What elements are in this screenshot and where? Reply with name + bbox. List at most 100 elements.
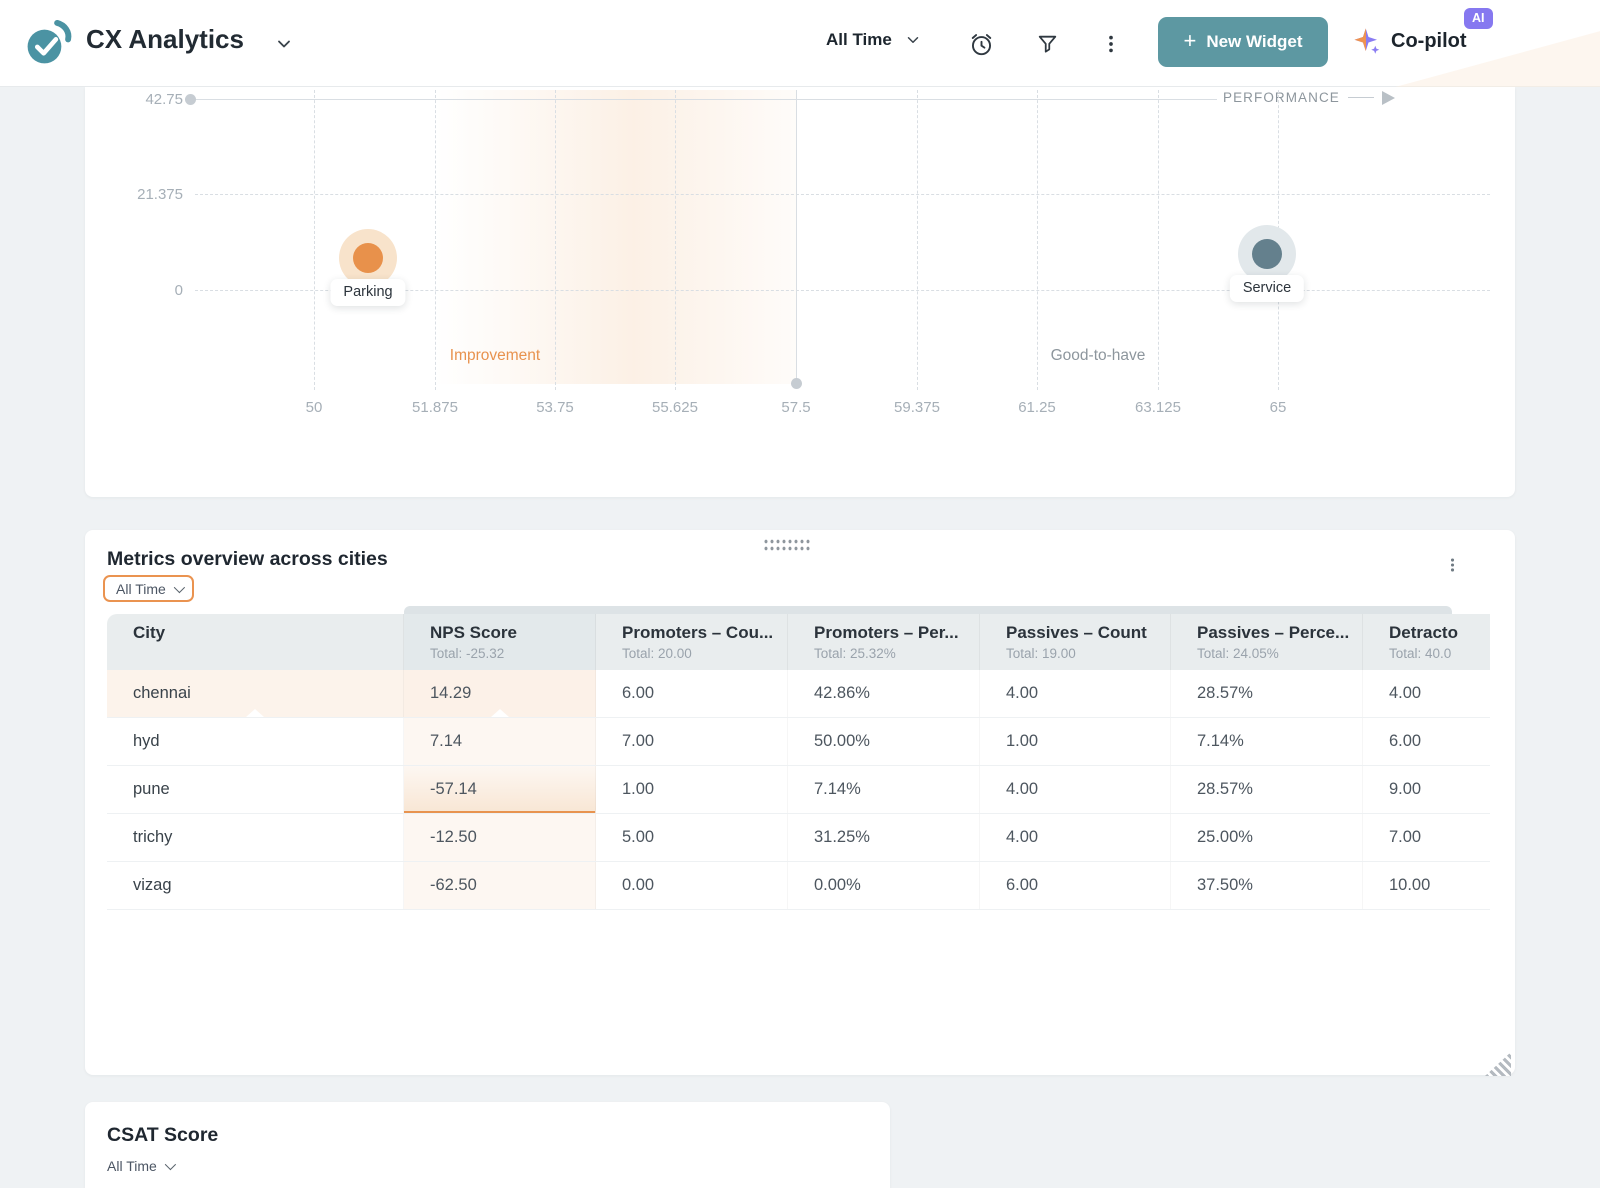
- csat-time-range-dropdown[interactable]: All Time: [107, 1158, 173, 1174]
- column-header-total: Total: -25.32: [430, 646, 595, 661]
- x-axis-tick-label: 63.125: [1113, 399, 1203, 416]
- column-header-3[interactable]: Promoters – Per...Total: 25.32%: [788, 614, 980, 670]
- metrics-table: CityNPS ScoreTotal: -25.32Promoters – Co…: [107, 614, 1490, 910]
- performance-axis-line: [1348, 97, 1374, 98]
- center-axis-dot: [791, 378, 802, 389]
- copilot-label: Co-pilot: [1391, 30, 1467, 53]
- cell-city: pune: [107, 766, 404, 813]
- cell-value: 4.00: [1363, 670, 1490, 717]
- copilot-button[interactable]: Co-pilot: [1352, 26, 1467, 56]
- csat-widget: CSAT Score All Time: [85, 1102, 890, 1188]
- y-axis-tick-label: 42.75: [103, 91, 183, 108]
- app-title-chevron-icon[interactable]: [274, 34, 294, 59]
- metrics-widget-title: Metrics overview across cities: [107, 548, 388, 571]
- y-axis-tick-label: 21.375: [103, 186, 183, 203]
- chevron-down-icon: [904, 31, 922, 49]
- column-header-label: Promoters – Cou...: [622, 623, 787, 643]
- y-axis-tick-label: 0: [103, 282, 183, 299]
- widget-drag-handle[interactable]: [763, 538, 811, 551]
- gridline-vertical: [435, 90, 436, 390]
- gridline-vertical: [1037, 90, 1038, 390]
- x-axis-tick-label: 65: [1233, 399, 1323, 416]
- global-time-range-label: All Time: [826, 30, 892, 50]
- column-header-1[interactable]: NPS ScoreTotal: -25.32: [404, 614, 596, 670]
- priority-chart-widget: PERFORMANCE Improvement Good-to-have 42.…: [85, 87, 1515, 497]
- cell-value: 4.00: [980, 766, 1171, 813]
- table-row[interactable]: trichy-12.505.0031.25%4.0025.00%7.00: [107, 814, 1490, 862]
- kebab-menu-icon: [1444, 554, 1461, 576]
- point-label-chip: Service: [1230, 275, 1304, 302]
- header-more-menu-button[interactable]: [1096, 29, 1126, 59]
- cell-value: 14.29: [404, 670, 596, 717]
- column-header-total: Total: 25.32%: [814, 646, 979, 661]
- column-header-4[interactable]: Passives – Count Total: 19.00: [980, 614, 1171, 670]
- table-row[interactable]: vizag-62.500.000.00%6.0037.50%10.00: [107, 862, 1490, 910]
- column-header-label: Passives – Count: [1006, 623, 1170, 643]
- global-time-range-dropdown[interactable]: All Time: [826, 30, 922, 50]
- column-header-total: Total: 19.00: [1006, 646, 1170, 661]
- table-row[interactable]: pune-57.141.007.14%4.0028.57%9.00: [107, 766, 1490, 814]
- gridline-vertical: [1158, 90, 1159, 390]
- metrics-table-viewport: CityNPS ScoreTotal: -25.32Promoters – Co…: [107, 614, 1490, 910]
- cell-value: 7.00: [1363, 814, 1490, 861]
- alerts-button[interactable]: [966, 29, 996, 59]
- csat-time-range-label: All Time: [107, 1158, 157, 1174]
- gridline-vertical: [555, 90, 556, 390]
- data-point-parking[interactable]: [353, 243, 383, 273]
- ai-badge: AI: [1464, 8, 1493, 29]
- cell-city: chennai: [107, 670, 404, 717]
- cell-value: 5.00: [596, 814, 788, 861]
- cell-value: -62.50: [404, 862, 596, 909]
- kebab-menu-icon: [1100, 32, 1122, 56]
- gridline-top: [195, 99, 1217, 100]
- metrics-overview-widget: Metrics overview across cities All Time …: [85, 530, 1515, 1075]
- column-header-2[interactable]: Promoters – Cou... Total: 20.00: [596, 614, 788, 670]
- gridline-vertical: [917, 90, 918, 390]
- cell-value: 50.00%: [788, 718, 980, 765]
- column-header-city[interactable]: City: [107, 614, 404, 670]
- app-title[interactable]: CX Analytics: [86, 24, 244, 55]
- performance-axis: PERFORMANCE: [1223, 90, 1395, 105]
- cell-value: -57.14: [404, 766, 596, 813]
- column-header-total: Total: 24.05%: [1197, 646, 1362, 661]
- filter-button[interactable]: [1032, 29, 1062, 59]
- widget-more-menu-button[interactable]: [1441, 552, 1463, 578]
- cell-value: 0.00: [596, 862, 788, 909]
- chevron-down-icon: [165, 1159, 176, 1170]
- cell-value: 7.14: [404, 718, 596, 765]
- cell-value: 1.00: [596, 766, 788, 813]
- cell-value: 28.57%: [1171, 670, 1363, 717]
- table-header-row: CityNPS ScoreTotal: -25.32Promoters – Co…: [107, 614, 1490, 670]
- cell-value: 0.00%: [788, 862, 980, 909]
- cell-value: 25.00%: [1171, 814, 1363, 861]
- cell-value: 4.00: [980, 814, 1171, 861]
- performance-arrow-icon: [1382, 91, 1395, 105]
- cell-value: 42.86%: [788, 670, 980, 717]
- point-label-chip: Parking: [330, 279, 405, 306]
- table-row[interactable]: chennai14.296.0042.86%4.0028.57%4.00: [107, 670, 1490, 718]
- csat-widget-title: CSAT Score: [107, 1124, 218, 1147]
- chevron-down-icon: [174, 581, 185, 592]
- column-header-6[interactable]: DetractoTotal: 40.0: [1363, 614, 1490, 670]
- cell-value: 28.57%: [1171, 766, 1363, 813]
- column-header-total: Total: 20.00: [622, 646, 787, 661]
- gridline-vertical: [675, 90, 676, 390]
- cell-value: 9.00: [1363, 766, 1490, 813]
- new-widget-button[interactable]: + New Widget: [1158, 17, 1328, 67]
- x-axis-tick-label: 51.875: [390, 399, 480, 416]
- cell-value: 6.00: [980, 862, 1171, 909]
- metrics-time-range-dropdown[interactable]: All Time: [103, 575, 194, 602]
- top-header: CX Analytics All Time + New Widget: [0, 0, 1600, 87]
- cell-value: 37.50%: [1171, 862, 1363, 909]
- table-row[interactable]: hyd7.147.0050.00%1.007.14%6.00: [107, 718, 1490, 766]
- cell-value: 1.00: [980, 718, 1171, 765]
- table-horizontal-scrollbar[interactable]: [404, 606, 1452, 614]
- column-header-5[interactable]: Passives – Perce...Total: 24.05%: [1171, 614, 1363, 670]
- data-point-service[interactable]: [1252, 239, 1282, 269]
- widget-resize-handle[interactable]: [1485, 1052, 1511, 1076]
- cell-value: -12.50: [404, 814, 596, 861]
- column-header-total: Total: 40.0: [1389, 646, 1490, 661]
- cell-value: 7.14%: [1171, 718, 1363, 765]
- app-logo-icon[interactable]: [20, 16, 74, 77]
- x-axis-tick-label: 55.625: [630, 399, 720, 416]
